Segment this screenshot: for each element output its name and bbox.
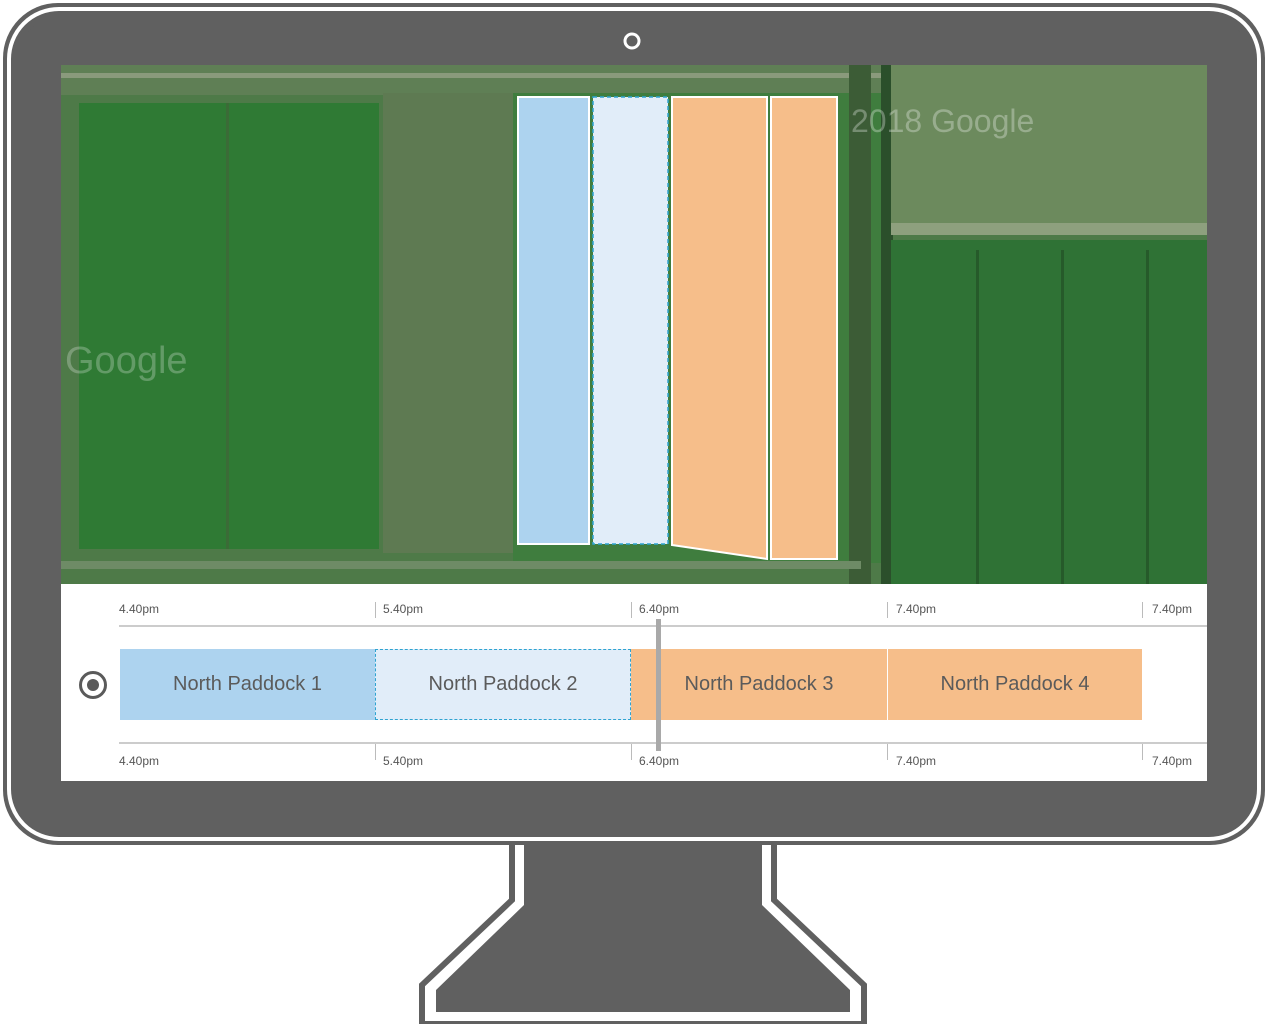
target-radio-icon[interactable] xyxy=(78,670,108,700)
bottom-tick-label: 4.40pm xyxy=(119,754,160,768)
top-axis-line xyxy=(119,625,1207,627)
top-tick-label: 4.40pm xyxy=(119,602,160,616)
map-watermark-google: Google xyxy=(65,340,188,382)
camera-icon xyxy=(623,32,641,50)
segment-north-paddock-1[interactable]: North Paddock 1 xyxy=(120,649,375,720)
tick-mark xyxy=(887,744,888,760)
tick-mark xyxy=(631,744,632,760)
paddock-4-polygon xyxy=(770,96,838,560)
bottom-tick-label: 7.40pm xyxy=(1152,754,1193,768)
tick-mark xyxy=(1142,602,1143,618)
tick-mark xyxy=(375,602,376,618)
bottom-tick-label: 5.40pm xyxy=(383,754,424,768)
top-tick-label: 7.40pm xyxy=(896,602,937,616)
tick-mark xyxy=(375,744,376,760)
bottom-axis-line xyxy=(119,742,1207,744)
top-tick-label: 5.40pm xyxy=(383,602,424,616)
segment-north-paddock-3[interactable]: North Paddock 3 xyxy=(631,649,887,720)
timeline-panel: 4.40pm 5.40pm 6.40pm 7.40pm 7.40pm 4.40p… xyxy=(61,584,1207,781)
timeline-playhead[interactable] xyxy=(656,619,661,751)
paddock-2-polygon xyxy=(592,96,669,545)
app-screen: Google 2018 Google 4.40pm 5.40pm 6.40pm … xyxy=(61,65,1207,781)
tick-mark xyxy=(887,602,888,618)
satellite-map[interactable] xyxy=(61,65,1207,584)
paddock-3-polygon xyxy=(671,96,768,561)
top-tick-label: 7.40pm xyxy=(1152,602,1193,616)
tick-mark xyxy=(1142,744,1143,760)
tick-mark xyxy=(631,602,632,618)
paddock-1-polygon xyxy=(517,96,590,545)
bottom-tick-label: 6.40pm xyxy=(639,754,680,768)
segment-north-paddock-4[interactable]: North Paddock 4 xyxy=(887,649,1142,720)
top-tick-label: 6.40pm xyxy=(639,602,680,616)
segment-north-paddock-2[interactable]: North Paddock 2 xyxy=(375,649,631,720)
bottom-tick-label: 7.40pm xyxy=(896,754,937,768)
map-watermark-copyright: 2018 Google xyxy=(851,103,1035,139)
